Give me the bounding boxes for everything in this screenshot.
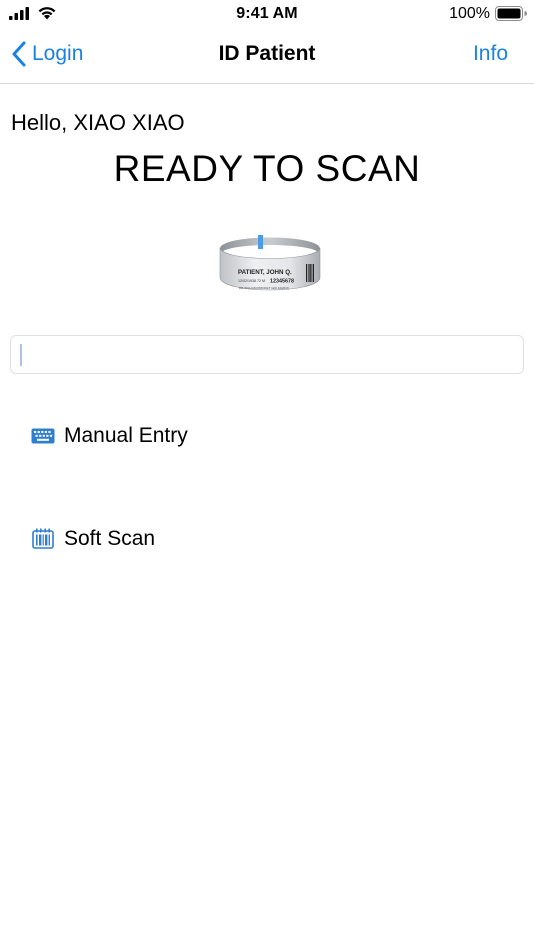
info-button[interactable]: Info — [473, 42, 508, 66]
wristband-details: 12/02/1938 72 M — [238, 279, 265, 283]
soft-scan-button[interactable]: Soft Scan — [31, 527, 155, 551]
wristband-patient-name: PATIENT, JOHN Q. — [238, 269, 292, 276]
greeting-text: Hello, XIAO XIAO — [11, 110, 185, 135]
status-bar: 9:41 AM 100% — [0, 0, 534, 28]
page-title: ID Patient — [218, 42, 316, 65]
battery-icon — [495, 6, 527, 21]
barcode-scan-icon — [31, 527, 55, 551]
wristband-physician: DR WILLIAM PRICKET 12/2 10/2019 — [239, 286, 289, 290]
ready-to-scan-heading: READY TO SCAN — [113, 148, 421, 189]
manual-entry-label: Manual Entry — [64, 424, 188, 447]
wristband-image: PATIENT, JOHN Q. 12/02/1938 72 M 1234567… — [219, 235, 321, 291]
keyboard-icon — [31, 424, 55, 448]
soft-scan-label: Soft Scan — [64, 527, 156, 550]
scan-input[interactable] — [11, 336, 523, 373]
scan-input-field[interactable] — [10, 335, 524, 374]
battery-percentage: 100% — [449, 5, 490, 22]
navigation-bar: Login ID Patient Info — [0, 28, 534, 84]
wristband-id: 12345678 — [270, 279, 294, 285]
manual-entry-button[interactable]: Manual Entry — [31, 424, 188, 448]
